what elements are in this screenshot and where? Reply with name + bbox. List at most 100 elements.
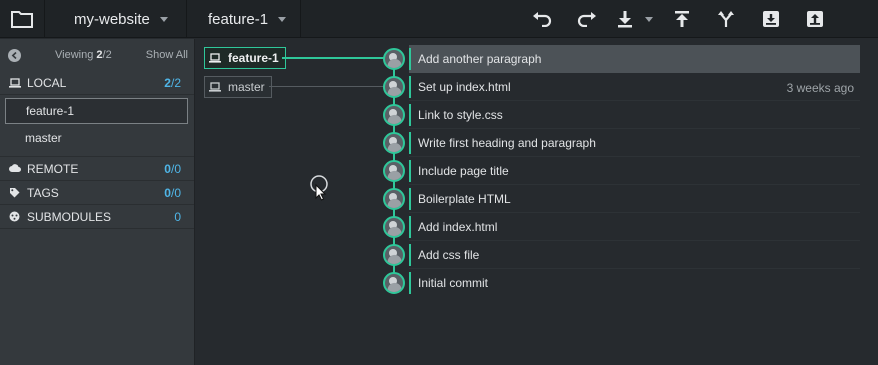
undo-icon	[533, 12, 552, 27]
commit-row[interactable]: Add index.html	[409, 213, 860, 241]
commit-bar	[409, 132, 411, 154]
local-count-current: 2	[164, 76, 171, 90]
submodules-count: 0	[174, 210, 181, 224]
cloud-icon	[9, 164, 23, 173]
commit-message: Add another paragraph	[418, 51, 542, 66]
cursor-icon	[310, 175, 328, 201]
commit-row[interactable]: Boilerplate HTML	[409, 185, 860, 213]
commit-message: Add index.html	[418, 219, 498, 234]
branch-item-feature-1[interactable]: feature-1	[5, 98, 188, 124]
push-button[interactable]	[664, 0, 700, 38]
branch-item-label: master	[25, 131, 62, 145]
viewing-total: /2	[102, 49, 112, 61]
commit-avatar[interactable]	[383, 244, 405, 266]
tags-count-total: /0	[170, 186, 181, 200]
submodule-icon	[9, 211, 23, 222]
commit-row[interactable]: Add css file	[409, 241, 860, 269]
open-repo-button[interactable]	[0, 0, 44, 38]
commit-bar	[409, 244, 411, 266]
commit-message: Initial commit	[418, 276, 489, 290]
commit-bar	[409, 76, 411, 98]
branch-button[interactable]	[708, 0, 744, 38]
commit-row[interactable]: Add another paragraph	[409, 45, 860, 73]
commit-message: Add css file	[418, 247, 480, 262]
commit-date: 3 weeks ago	[786, 81, 854, 95]
remote-count: 0/0	[164, 162, 181, 176]
ref-label-master[interactable]: master	[204, 76, 272, 98]
commit-bar	[409, 104, 411, 126]
commit-row[interactable]: Initial commit	[409, 269, 860, 297]
section-submodules[interactable]: SUBMODULES 0	[0, 205, 194, 229]
commit-avatar[interactable]	[383, 48, 405, 70]
commit-bar	[409, 48, 411, 70]
branch-name: feature-1	[208, 10, 269, 28]
ref-label-feature-1[interactable]: feature-1	[204, 47, 286, 69]
section-local[interactable]: LOCAL 2/2	[0, 71, 194, 95]
commit-avatar[interactable]	[383, 216, 405, 238]
push-icon	[675, 11, 689, 27]
tag-icon	[9, 187, 23, 198]
undo-button[interactable]	[524, 0, 560, 38]
tags-count: 0/0	[164, 186, 181, 200]
commit-row[interactable]: Include page title	[409, 157, 860, 185]
show-all-link[interactable]: Show All	[146, 49, 188, 61]
folder-icon	[11, 11, 33, 28]
section-tags[interactable]: TAGS 0/0	[0, 181, 194, 205]
commit-message: Include page title	[418, 163, 509, 178]
commit-avatar[interactable]	[383, 76, 405, 98]
remote-count-current: 0	[164, 162, 171, 176]
commit-bar	[409, 272, 411, 294]
commit-message: Link to style.css	[418, 107, 503, 122]
commit-row[interactable]: Link to style.css	[409, 101, 860, 129]
ref-label-text: master	[228, 80, 265, 94]
laptop-icon	[9, 77, 23, 88]
commit-bar	[409, 188, 411, 210]
local-count: 2/2	[164, 76, 181, 90]
commit-avatar[interactable]	[383, 104, 405, 126]
sidebar: Viewing 2/2 Show All LOCAL 2/2 feature-1…	[0, 39, 195, 365]
commit-avatar[interactable]	[383, 188, 405, 210]
stash-button[interactable]	[753, 0, 789, 38]
ref-connector	[269, 86, 386, 87]
pop-stash-button[interactable]	[797, 0, 833, 38]
branch-item-master[interactable]: master	[5, 125, 188, 151]
viewing-count: Viewing 2/2	[55, 49, 112, 61]
commit-message: Write first heading and paragraph	[418, 135, 596, 150]
commit-bar	[409, 160, 411, 182]
chevron-down-icon	[278, 16, 287, 22]
local-branch-list: feature-1 master	[0, 95, 194, 157]
chevron-down-icon	[159, 16, 168, 22]
commit-message: Boilerplate HTML	[418, 191, 511, 206]
tags-count-current: 0	[164, 186, 171, 200]
toolbar: my-website feature-1	[0, 0, 878, 38]
laptop-icon	[209, 82, 223, 92]
commit-row[interactable]: Write first heading and paragraph	[409, 129, 860, 157]
commit-graph: feature-1 master Add another paragraph S…	[196, 39, 878, 365]
collapse-sidebar-button[interactable]	[8, 49, 21, 62]
commit-avatar[interactable]	[383, 132, 405, 154]
pop-icon	[807, 11, 823, 27]
chevron-left-icon	[11, 52, 17, 59]
section-remote[interactable]: REMOTE 0/0	[0, 157, 194, 181]
commit-avatar[interactable]	[383, 160, 405, 182]
repo-selector[interactable]: my-website	[56, 0, 186, 38]
branch-selector[interactable]: feature-1	[190, 0, 300, 38]
viewing-label: Viewing	[55, 49, 97, 61]
chevron-down-icon	[645, 16, 653, 22]
redo-button[interactable]	[569, 0, 605, 38]
section-remote-label: REMOTE	[27, 161, 79, 176]
section-local-label: LOCAL	[27, 75, 67, 90]
pull-options-button[interactable]	[638, 0, 660, 38]
local-count-total: /2	[170, 76, 181, 90]
redo-icon	[577, 12, 596, 27]
remote-count-total: /0	[170, 162, 181, 176]
section-tags-label: TAGS	[27, 185, 59, 200]
branch-icon	[718, 11, 734, 27]
commit-message: Set up index.html	[418, 79, 511, 94]
commit-row[interactable]: Set up index.html 3 weeks ago	[409, 73, 860, 101]
section-submodules-label: SUBMODULES	[27, 209, 112, 224]
branch-item-label: feature-1	[26, 104, 75, 118]
laptop-icon	[209, 53, 223, 63]
commit-avatar[interactable]	[383, 272, 405, 294]
sidebar-header: Viewing 2/2 Show All	[0, 39, 194, 71]
